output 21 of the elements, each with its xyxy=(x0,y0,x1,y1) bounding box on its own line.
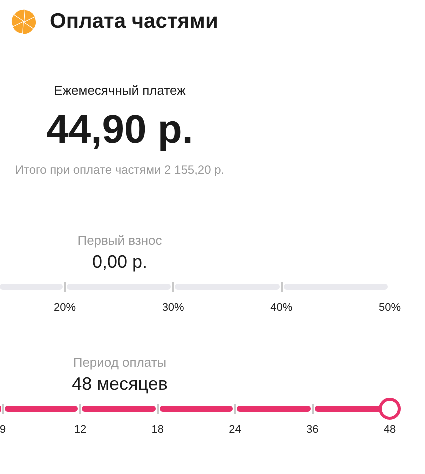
slider-track[interactable] xyxy=(0,398,401,420)
slider-label: Первый взнос xyxy=(76,233,164,248)
tick-label: 24 xyxy=(229,424,242,436)
total-amount-text: Итого при оплате частями 2 155,20 р. xyxy=(15,163,225,177)
tick-label: 40% xyxy=(270,302,293,314)
tick-label: 50% xyxy=(378,302,402,314)
slider-value: 48 месяцев xyxy=(71,374,169,395)
tick-label: 18 xyxy=(152,424,164,436)
slider-thumb[interactable] xyxy=(379,398,401,420)
slider-value: 0,00 р. xyxy=(91,252,149,273)
slider-label: Период оплаты xyxy=(72,355,168,370)
tick-label: 9 xyxy=(0,424,6,436)
monthly-payment-amount: 44,90 р. xyxy=(46,107,194,153)
tick-label: 20% xyxy=(54,302,76,314)
fruit-slice-icon xyxy=(11,9,37,35)
tick-label: 48 xyxy=(384,424,396,436)
tick-label: 30% xyxy=(162,302,184,314)
tick-label: 36 xyxy=(306,424,319,436)
page-title: Оплата частями xyxy=(50,10,218,34)
monthly-payment-label: Ежемесячный платеж xyxy=(54,83,186,98)
tick-label: 12 xyxy=(74,424,87,436)
